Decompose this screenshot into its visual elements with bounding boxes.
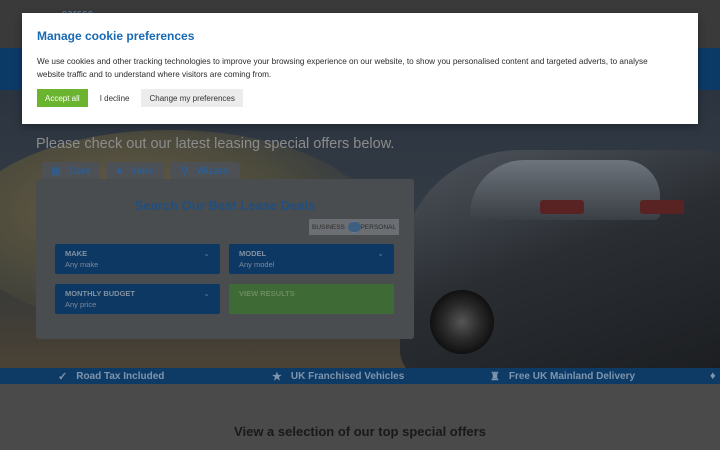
- offers-heading: View a selection of our top special offe…: [234, 424, 486, 439]
- usp-item: ★ UK Franchised Vehicles: [272, 370, 404, 383]
- tab-label: Cars: [68, 165, 91, 177]
- model-value: Any model: [239, 260, 275, 269]
- search-icon: ⚲: [180, 165, 189, 177]
- hero-car-taillight: [640, 200, 684, 214]
- cookie-consent-dialog: Manage cookie preferences We use cookies…: [22, 13, 698, 124]
- business-personal-toggle[interactable]: BUSINESS PERSONAL: [309, 219, 399, 235]
- hero-car-wheel: [430, 290, 494, 354]
- model-select[interactable]: MODEL Any model ⌄: [229, 244, 394, 274]
- view-results-label: VIEW RESULTS: [239, 289, 295, 298]
- cookie-button-row: Accept all I decline Change my preferenc…: [37, 89, 243, 107]
- tab-cars[interactable]: ▣ Cars: [42, 162, 100, 180]
- search-title: Search Our Best Lease Deals: [134, 198, 316, 213]
- chevron-down-icon: ⌄: [203, 249, 210, 258]
- chevron-down-icon: ⌄: [203, 289, 210, 298]
- usp-item: ♦: [710, 370, 716, 382]
- usp-label: UK Franchised Vehicles: [290, 371, 405, 382]
- hero-car-taillight: [540, 200, 584, 214]
- decline-button[interactable]: I decline: [91, 89, 138, 107]
- make-value: Any make: [65, 260, 99, 269]
- hero-tagline: Please check out our latest leasing spec…: [36, 136, 395, 152]
- van-icon: ■: [116, 165, 123, 177]
- special-offers-section: View a selection of our top special offe…: [0, 384, 720, 450]
- toggle-label-business: BUSINESS: [312, 223, 345, 231]
- make-select[interactable]: MAKE Any make ⌄: [55, 244, 220, 274]
- usp-label: Road Tax Included: [76, 371, 165, 382]
- toggle-switch[interactable]: [347, 222, 361, 232]
- usp-item: ♜ Free UK Mainland Delivery: [490, 370, 635, 383]
- tab-wizard[interactable]: ⚲ Wizard: [170, 162, 240, 180]
- view-results-button[interactable]: VIEW RESULTS: [229, 284, 394, 314]
- budget-value: Any price: [65, 300, 97, 309]
- chevron-down-icon: ⌄: [377, 249, 384, 258]
- budget-label: MONTHLY BUDGET: [65, 289, 136, 298]
- accept-all-button[interactable]: Accept all: [37, 89, 88, 107]
- cookie-dialog-text: We use cookies and other tracking techno…: [37, 57, 648, 79]
- cookie-dialog-title: Manage cookie preferences: [37, 29, 195, 43]
- model-label: MODEL: [239, 249, 267, 258]
- tag-icon: ♦: [710, 370, 716, 382]
- usp-bar: ✓ Road Tax Included ★ UK Franchised Vehi…: [0, 368, 720, 384]
- make-label: MAKE: [65, 249, 88, 258]
- lease-search-panel: Search Our Best Lease Deals BUSINESS PER…: [36, 179, 414, 339]
- change-preferences-button[interactable]: Change my preferences: [141, 89, 243, 107]
- star-icon: ★: [272, 371, 282, 383]
- delivery-person-icon: ♜: [490, 371, 500, 383]
- tab-label: Vans: [130, 165, 154, 177]
- usp-item: ✓ Road Tax Included: [58, 370, 164, 383]
- tab-vans[interactable]: ■ Vans: [106, 162, 164, 180]
- toggle-label-personal: PERSONAL: [360, 223, 396, 231]
- usp-label: Free UK Mainland Delivery: [508, 371, 636, 382]
- tab-label: Wizard: [196, 165, 230, 177]
- vehicle-type-tabs: ▣ Cars ■ Vans ⚲ Wizard: [42, 162, 240, 180]
- check-icon: ✓: [58, 371, 68, 383]
- monthly-budget-select[interactable]: MONTHLY BUDGET Any price ⌄: [55, 284, 220, 314]
- car-icon: ▣: [51, 165, 61, 177]
